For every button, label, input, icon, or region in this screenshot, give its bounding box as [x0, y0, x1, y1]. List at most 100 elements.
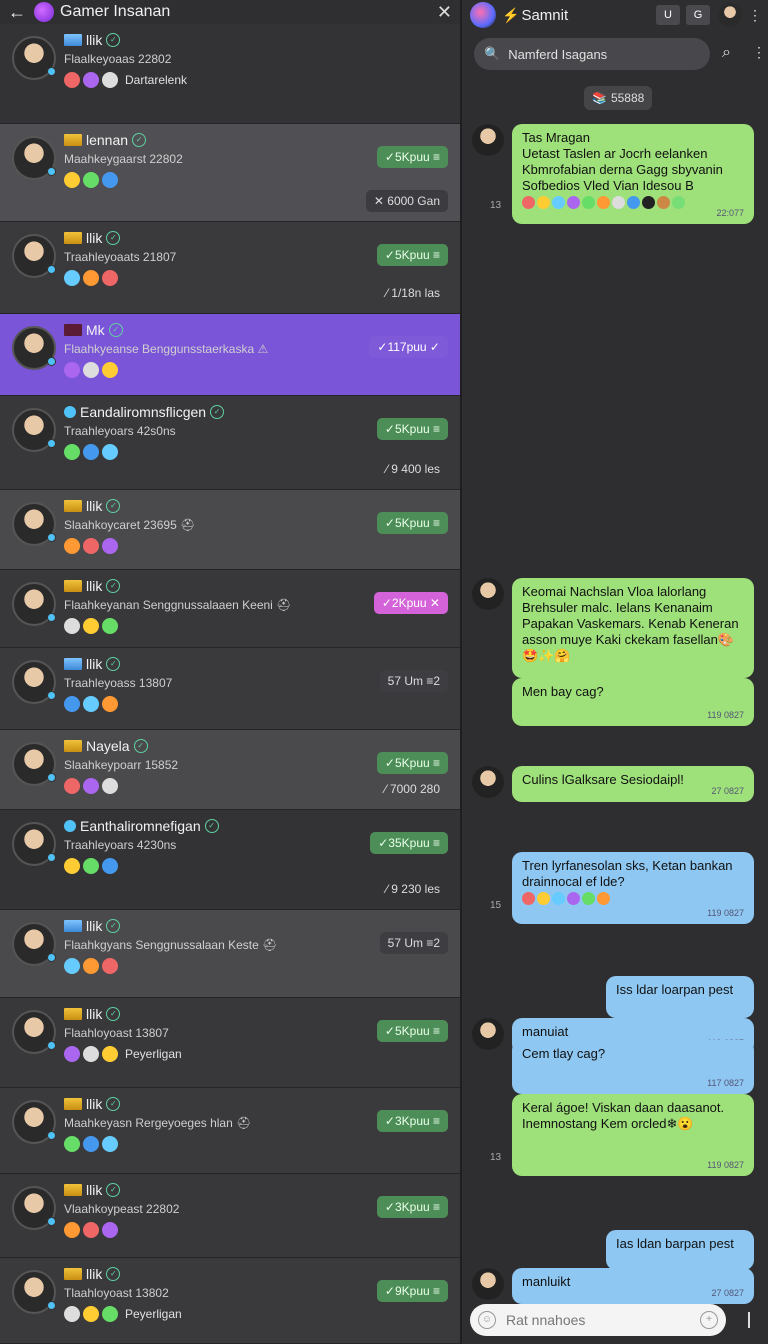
chat-row[interactable]: llik ✓ Flaahkgyans Senggnussalaan Keste ⛑ 5…: [0, 910, 460, 998]
chat-subtitle: Flaalkeyoaas 22802: [64, 52, 172, 66]
message-bubble[interactable]: Culins lGalksare Sesiodaipl! 27 0827: [512, 766, 754, 802]
avatar[interactable]: [472, 1268, 504, 1300]
chat-row[interactable]: llik ✓ Traahleyoass 13807 57 Um ≡2: [0, 648, 460, 730]
status-badge[interactable]: ✓5Kpuu ≡: [376, 752, 448, 774]
emoji-icon: [537, 892, 550, 905]
online-indicator-icon: [47, 953, 56, 962]
flag-icon: [64, 500, 82, 512]
message-text: Iss ldar loarpan pest: [616, 982, 734, 997]
message-bubble[interactable]: manluikt 27 0827: [512, 1268, 754, 1304]
status-badge[interactable]: ✓5Kpuu ≡: [376, 146, 448, 168]
chat-row[interactable]: llik ✓ Tlaahloyoast 13802 Peyerligan ✓9Kpuu …: [0, 1258, 460, 1344]
message-bubble[interactable]: Tas Mragan Uetast Taslen ar Jocrh eelank…: [512, 124, 754, 224]
avatar: [12, 582, 56, 626]
chat-subtitle: Flaahloyoast 13807: [64, 1026, 169, 1040]
verified-icon: ✓: [106, 657, 121, 671]
chat-icons-line: [64, 618, 118, 634]
chat-row[interactable]: llik ✓ Flaahloyoast 13807 Peyerligan ✓5Kpuu …: [0, 998, 460, 1088]
chat-row[interactable]: llik ✓ Slaahkoycaret 23695 ⛑ ✓5Kpuu ≡: [0, 490, 460, 570]
chat-icons-line: [64, 362, 118, 378]
chat-row[interactable]: llik ✓ Flaalkeyoaas 22802 Dartarelenk: [0, 24, 460, 124]
emoji-icon: [537, 196, 550, 209]
online-indicator-icon: [47, 1041, 56, 1050]
emoji-icon: [597, 196, 610, 209]
chat-subtitle: Traahleyoars 42s0ns: [64, 424, 176, 438]
chat-row[interactable]: llik ✓ Maahkeyasn Rergeyoeges hlan ⛑ ✓3Kpuu…: [0, 1088, 460, 1174]
chat-subtitle: Maahkeyasn Rergeyoeges hlan ⛑: [64, 1116, 252, 1130]
reaction-icon: [102, 270, 118, 286]
message-bubble[interactable]: Men bay cag? 119 0827: [512, 678, 754, 726]
more-icon[interactable]: ⋮: [748, 7, 762, 24]
avatar[interactable]: [472, 124, 504, 156]
chat-subtitle: Vlaahkoypeast 22802: [64, 1202, 180, 1216]
reaction-icon: [83, 1046, 99, 1062]
chat-name: llik: [86, 230, 103, 246]
reaction-icon: [64, 958, 80, 974]
avatar: [12, 742, 56, 786]
attach-icon[interactable]: +: [700, 1311, 718, 1329]
status-badge[interactable]: ✓9Kpuu ≡: [376, 1280, 448, 1302]
more-icon[interactable]: ⋮: [752, 44, 766, 61]
reaction-icon: [83, 538, 99, 554]
message-bubble[interactable]: Keral ágoe! Viskan daan daasanot. Inemno…: [512, 1094, 754, 1176]
conversation-panel: ⚡ Samnit U G ⋮ 🔍 Namferd Isagans ⌕ ⋮ 📚 5…: [460, 0, 768, 1344]
status-badge[interactable]: ✓3Kpuu ≡: [376, 1110, 448, 1132]
chat-row[interactable]: llik ✓ Traahleyoaats 21807 ✓5Kpuu ≡ ⁄ 1/18n …: [0, 222, 460, 314]
search-input[interactable]: 🔍 Namferd Isagans: [474, 38, 710, 70]
status-badge[interactable]: ✓3Kpuu ≡: [376, 1196, 448, 1218]
status-badge[interactable]: ✓5Kpuu ≡: [376, 1020, 448, 1042]
emoji-icon: [627, 196, 640, 209]
avatar: [12, 502, 56, 546]
close-button[interactable]: ✕: [437, 2, 452, 23]
status-badge[interactable]: ✓117puu ✓: [369, 336, 448, 358]
chat-row[interactable]: Mk ✓ Flaahkyeanse Benggunsstaerkaska ⚠ ✓117…: [0, 314, 460, 396]
status-badge[interactable]: ✓2Kpuu ✕: [373, 592, 448, 614]
header-button-1[interactable]: U: [656, 5, 680, 25]
online-indicator-icon: [47, 1217, 56, 1226]
app-logo-icon: [470, 2, 496, 28]
emoji-icon: [672, 196, 685, 209]
status-badge[interactable]: ✓5Kpuu ≡: [376, 418, 448, 440]
header-button-2[interactable]: G: [686, 5, 710, 25]
avatar[interactable]: [472, 766, 504, 798]
status-badge[interactable]: ✓35Kpuu ≡: [370, 832, 448, 854]
avatar: [12, 1100, 56, 1144]
chat-row[interactable]: Nayela ✓ Slaahkeypoarr 15852 ✓5Kpuu ≡ ⁄ 7000…: [0, 730, 460, 810]
reaction-icon: [64, 172, 80, 188]
message-bubble[interactable]: Iss ldar loarpan pest: [606, 976, 754, 1018]
avatar[interactable]: [472, 578, 504, 610]
message-composer[interactable]: ☺ Rat nnahoes +: [470, 1304, 726, 1336]
search-icon[interactable]: ⌕: [722, 44, 731, 62]
message-bubble[interactable]: Keomai Nachslan Vloa lalorlang Brehsuler…: [512, 578, 754, 678]
chat-row[interactable]: Eanthaliromnefigan ✓ Traahleyoars 4230ns ✓3…: [0, 810, 460, 910]
chat-row[interactable]: llik ✓ Vlaahkoypeast 22802 ✓3Kpuu ≡: [0, 1174, 460, 1258]
flag-icon: [64, 232, 82, 244]
avatar[interactable]: [718, 3, 742, 27]
chat-name-line: llik ✓: [64, 1006, 121, 1022]
status-badge[interactable]: ✓5Kpuu ≡: [376, 512, 448, 534]
reaction-icon: [102, 696, 118, 712]
chat-name-line: llik ✓: [64, 1266, 121, 1282]
chat-name: llik: [86, 918, 103, 934]
message-bubble[interactable]: Cem tlay cag? 117 0827: [512, 1040, 754, 1094]
emoji-icon[interactable]: ☺: [478, 1311, 496, 1329]
status-badge[interactable]: 57 Um ≡2: [379, 670, 448, 692]
status-badge[interactable]: ✓5Kpuu ≡: [376, 244, 448, 266]
chat-row[interactable]: lennan ✓ Maahkeygaarst 22802 ✓5Kpuu ≡ ✕ 6000…: [0, 124, 460, 222]
reaction-icon: [83, 1136, 99, 1152]
emoji-icon: [552, 892, 565, 905]
message-row: Ias ldan barpan pest: [462, 1230, 768, 1270]
chat-name-line: Nayela ✓: [64, 738, 148, 754]
message-timestamp: 117 0827: [707, 1078, 744, 1088]
chat-row[interactable]: Eandaliromnsflicgen ✓ Traahleyoars 42s0ns ✓…: [0, 396, 460, 490]
status-badge[interactable]: 57 Um ≡2: [379, 932, 448, 954]
chat-name-line: llik ✓: [64, 498, 121, 514]
verified-icon: ✓: [106, 1183, 121, 1197]
reaction-icon: [64, 618, 80, 634]
back-button[interactable]: ←: [8, 2, 30, 23]
message-bubble[interactable]: Ias ldan barpan pest: [606, 1230, 754, 1270]
emoji-icon: [612, 196, 625, 209]
chat-row[interactable]: llik ✓ Flaahkeyanan Senggnussalaaen Keeni …: [0, 570, 460, 648]
verified-icon: ✓: [108, 323, 123, 337]
message-bubble[interactable]: Tren lyrfanesolan sks, Ketan bankan drai…: [512, 852, 754, 924]
